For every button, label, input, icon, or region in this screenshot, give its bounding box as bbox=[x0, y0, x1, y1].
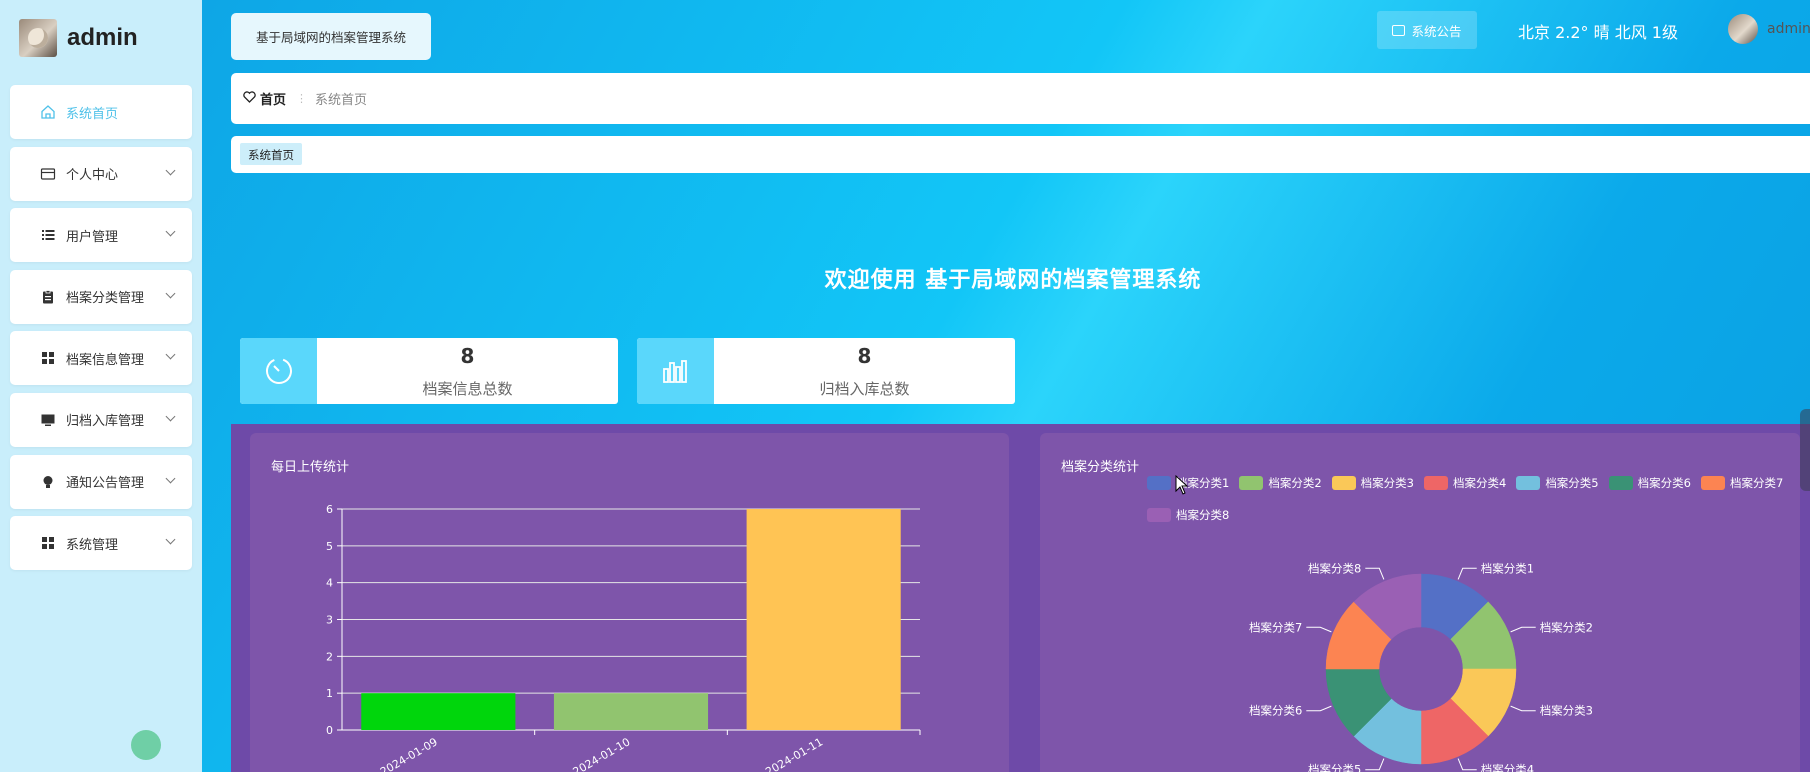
sidebar-item-label: 档案信息管理 bbox=[66, 352, 145, 368]
sidebar: admin 系统首页 个人中心 用户管理 档案分类管理 档案信息管理 归档入库管… bbox=[0, 0, 202, 772]
sidebar-item-label: 个人中心 bbox=[66, 168, 119, 184]
user-name[interactable]: admin bbox=[1767, 21, 1810, 37]
home-icon bbox=[40, 104, 56, 120]
side-drawer-handle[interactable] bbox=[1800, 409, 1810, 491]
heart-icon bbox=[243, 90, 256, 107]
pie-label-line bbox=[1306, 626, 1332, 633]
chevron-down-icon bbox=[165, 411, 176, 422]
breadcrumb-current: 系统首页 bbox=[315, 93, 368, 108]
pie-label-line bbox=[1510, 705, 1536, 712]
sidebar-item-category-management[interactable]: 档案分类管理 bbox=[10, 269, 192, 324]
bar bbox=[553, 693, 709, 730]
category-stats-panel: 档案分类统计 档案分类1 档案分类2 档案分类3 档案分类4 档案分类5 档案分类6 档案分… bbox=[1040, 433, 1800, 772]
card-icon bbox=[40, 166, 56, 182]
stat-value: 8 bbox=[857, 344, 872, 368]
x-tick-label: 2024-01-10 bbox=[571, 735, 633, 772]
breadcrumb-home[interactable]: 首页 bbox=[260, 89, 286, 108]
welcome-heading: 欢迎使用 基于局域网的档案管理系统 bbox=[824, 268, 1202, 293]
chevron-down-icon bbox=[165, 349, 176, 360]
bar bbox=[746, 509, 901, 730]
pie-label-line bbox=[1365, 567, 1385, 580]
message-icon bbox=[1392, 24, 1406, 36]
timer-icon bbox=[240, 338, 317, 404]
pie-label-line bbox=[1306, 705, 1332, 712]
pie-label: 档案分类1 bbox=[1481, 561, 1534, 575]
stat-label: 档案信息总数 bbox=[422, 380, 513, 398]
chevron-down-icon bbox=[165, 288, 176, 299]
x-tick-label: 2024-01-11 bbox=[763, 735, 825, 772]
y-tick-label: 4 bbox=[326, 577, 333, 590]
breadcrumb: 首页 ⋮ 系统首页 bbox=[231, 73, 1810, 124]
user-avatar[interactable] bbox=[1728, 14, 1758, 44]
pie-label: 档案分类2 bbox=[1540, 620, 1593, 634]
y-tick-label: 6 bbox=[326, 503, 333, 516]
y-tick-label: 2 bbox=[326, 650, 333, 663]
tab-home[interactable]: 系统首页 bbox=[240, 143, 302, 165]
sidebar-username: admin bbox=[67, 24, 138, 51]
sidebar-item-archive-storage[interactable]: 归档入库管理 bbox=[10, 392, 192, 447]
list-icon bbox=[40, 227, 56, 243]
pie-label: 档案分类4 bbox=[1481, 763, 1534, 772]
pie-label: 档案分类8 bbox=[1308, 561, 1361, 575]
pie-label-line bbox=[1457, 758, 1477, 771]
bar-chart: 0 1 2 3 4 5 6 2024-01-09 2024-01-10 2024-01-11 bbox=[326, 503, 921, 772]
grid-icon bbox=[40, 535, 56, 551]
sidebar-item-label: 系统管理 bbox=[66, 537, 119, 553]
avatar bbox=[19, 19, 57, 57]
pie-label: 档案分类5 bbox=[1308, 763, 1361, 772]
y-tick-label: 1 bbox=[326, 687, 333, 700]
system-notice-button[interactable]: 系统公告 bbox=[1377, 11, 1477, 49]
system-title: 基于局域网的档案管理系统 bbox=[231, 13, 431, 60]
chevron-down-icon bbox=[165, 534, 176, 545]
weather-info: 北京 2.2° 晴 北风 1级 bbox=[1518, 23, 1678, 42]
bar-chart-icon bbox=[637, 338, 714, 404]
pie-chart: 档案分类1 档案分类2 档案分类3 档案分类4 档案分类5 档案分类6 档案分类7 档案分类8 bbox=[1249, 561, 1593, 772]
tabs-bar: 系统首页 bbox=[231, 136, 1810, 173]
chevron-down-icon bbox=[165, 165, 176, 176]
sidebar-item-personal-center[interactable]: 个人中心 bbox=[10, 146, 192, 201]
sidebar-item-system-management[interactable]: 系统管理 bbox=[10, 516, 192, 571]
sidebar-item-label: 档案分类管理 bbox=[66, 291, 145, 307]
sidebar-item-user-management[interactable]: 用户管理 bbox=[10, 208, 192, 263]
pie-label-line bbox=[1510, 626, 1536, 633]
pie-label-line bbox=[1457, 567, 1477, 580]
sidebar-item-label: 通知公告管理 bbox=[66, 476, 145, 492]
grid-icon bbox=[40, 350, 56, 366]
sidebar-item-home[interactable]: 系统首页 bbox=[10, 85, 192, 139]
sidebar-item-label: 系统首页 bbox=[66, 106, 119, 122]
sidebar-item-label: 归档入库管理 bbox=[66, 414, 145, 430]
sidebar-item-label: 用户管理 bbox=[66, 229, 119, 245]
x-tick-label: 2024-01-09 bbox=[378, 735, 440, 772]
monitor-icon bbox=[40, 412, 56, 428]
pie-label: 档案分类7 bbox=[1249, 620, 1302, 634]
floating-action-button[interactable] bbox=[131, 730, 161, 760]
breadcrumb-separator-icon: ⋮ bbox=[296, 92, 308, 105]
sidebar-menu: 系统首页 个人中心 用户管理 档案分类管理 档案信息管理 归档入库管理 通知公告… bbox=[10, 85, 192, 578]
clipboard-icon bbox=[40, 289, 56, 305]
sidebar-item-notice-management[interactable]: 通知公告管理 bbox=[10, 454, 192, 509]
stat-card-archive-storage: 8 归档入库总数 bbox=[637, 338, 1015, 404]
main-area: 基于局域网的档案管理系统 系统公告 北京 2.2° 晴 北风 1级 admin … bbox=[202, 0, 1810, 772]
y-tick-label: 0 bbox=[326, 724, 333, 737]
pie-label: 档案分类3 bbox=[1540, 704, 1593, 718]
daily-upload-panel: 每日上传统计 0 1 2 3 4 5 6 2024-01-09 2024-01-10 2024-0… bbox=[250, 433, 1009, 772]
brand: admin bbox=[19, 19, 138, 57]
chevron-down-icon bbox=[165, 226, 176, 237]
stat-card-archive-info: 8 档案信息总数 bbox=[240, 338, 618, 404]
y-tick-label: 3 bbox=[326, 614, 333, 627]
bar bbox=[361, 693, 516, 730]
system-notice-label: 系统公告 bbox=[1411, 23, 1462, 39]
pie-label-line bbox=[1365, 758, 1385, 771]
pie-label: 档案分类6 bbox=[1249, 704, 1302, 718]
mouse-cursor-icon bbox=[1175, 475, 1189, 495]
stat-label: 归档入库总数 bbox=[819, 380, 910, 398]
y-tick-label: 5 bbox=[326, 540, 333, 553]
stat-value: 8 bbox=[460, 344, 475, 368]
sidebar-item-archive-info[interactable]: 档案信息管理 bbox=[10, 331, 192, 386]
chevron-down-icon bbox=[165, 473, 176, 484]
bulb-icon bbox=[40, 474, 56, 490]
